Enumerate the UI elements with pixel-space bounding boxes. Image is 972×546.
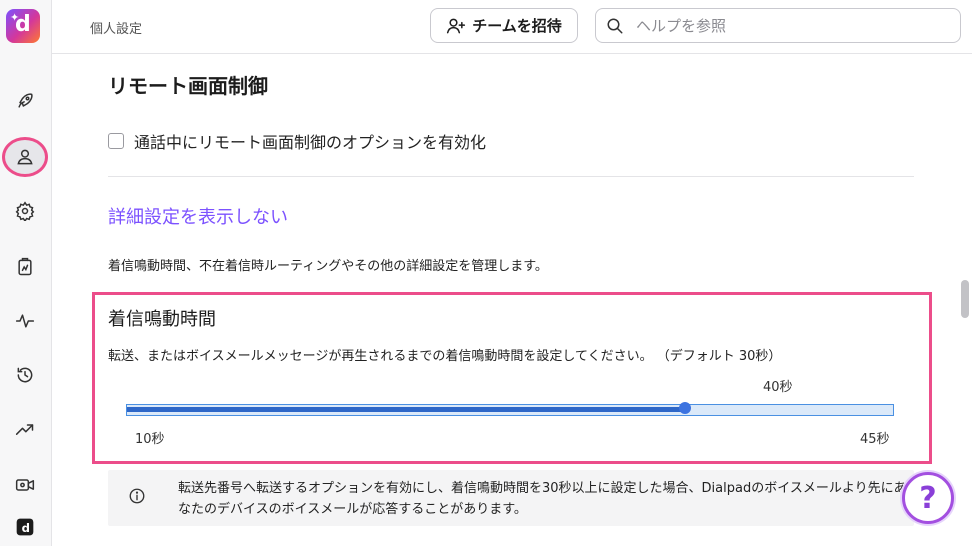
ring-duration-description: 転送、またはボイスメールメッセージが再生されるまでの着信鳴動時間を設定してくださ… (108, 349, 782, 364)
remote-control-title: リモート画面制御 (108, 74, 268, 98)
search-icon (607, 18, 623, 34)
help-question-icon: ? (919, 480, 937, 516)
breadcrumb: 個人設定 (90, 22, 143, 37)
main-content: リモート画面制御 通話中にリモート画面制御のオプションを有効化 詳細設定を表示し… (52, 54, 958, 546)
remote-control-checkbox[interactable] (108, 133, 124, 149)
search-input[interactable] (636, 15, 946, 37)
person-icon[interactable] (2, 137, 48, 177)
ring-duration-highlight (92, 292, 932, 464)
add-user-icon (447, 18, 466, 33)
ring-duration-slider[interactable] (126, 402, 894, 416)
advanced-description: 着信鳴動時間、不在着信時ルーティングやその他の詳細設定を管理します。 (108, 259, 548, 274)
help-search[interactable] (595, 8, 961, 43)
slider-max-label: 45秒 (860, 432, 890, 447)
dialpad-logo[interactable]: ✦ d (6, 9, 40, 43)
slider-thumb[interactable] (679, 402, 691, 414)
invite-team-button[interactable]: チームを招待 (430, 8, 578, 43)
scrollbar[interactable] (958, 54, 972, 546)
trend-icon[interactable] (8, 413, 42, 447)
remote-control-checkbox-label: 通話中にリモート画面制御のオプションを有効化 (134, 133, 487, 152)
slider-min-label: 10秒 (135, 432, 165, 447)
slider-current-value: 40秒 (763, 380, 793, 395)
ring-duration-title: 着信鳴動時間 (108, 309, 216, 330)
help-button[interactable]: ? (902, 472, 954, 524)
invite-team-label: チームを招待 (472, 17, 562, 35)
top-header: 個人設定 チームを招待 (52, 0, 972, 54)
sidebar: ✦ d d (0, 0, 52, 546)
dialpad-app-icon[interactable]: d (8, 510, 42, 544)
activity-icon[interactable] (8, 304, 42, 338)
history-icon[interactable] (8, 358, 42, 392)
gear-icon[interactable] (8, 194, 42, 228)
slider-fill (127, 407, 685, 412)
rocket-icon[interactable] (8, 84, 42, 118)
remote-control-option[interactable]: 通話中にリモート画面制御のオプションを有効化 (108, 129, 486, 153)
info-text: 転送先番号へ転送するオプションを有効にし、着信鳴動時間を30秒以上に設定した場合… (178, 481, 907, 517)
video-icon[interactable] (8, 468, 42, 502)
info-icon (129, 488, 145, 504)
hide-advanced-settings-link[interactable]: 詳細設定を表示しない (108, 203, 288, 229)
scrollbar-thumb[interactable] (961, 280, 969, 318)
divider (108, 176, 914, 177)
info-notice: 転送先番号へ転送するオプションを有効にし、着信鳴動時間を30秒以上に設定した場合… (108, 470, 914, 526)
logo-letter: d (15, 12, 31, 37)
svg-text:d: d (22, 521, 30, 535)
clipboard-icon[interactable] (8, 250, 42, 284)
